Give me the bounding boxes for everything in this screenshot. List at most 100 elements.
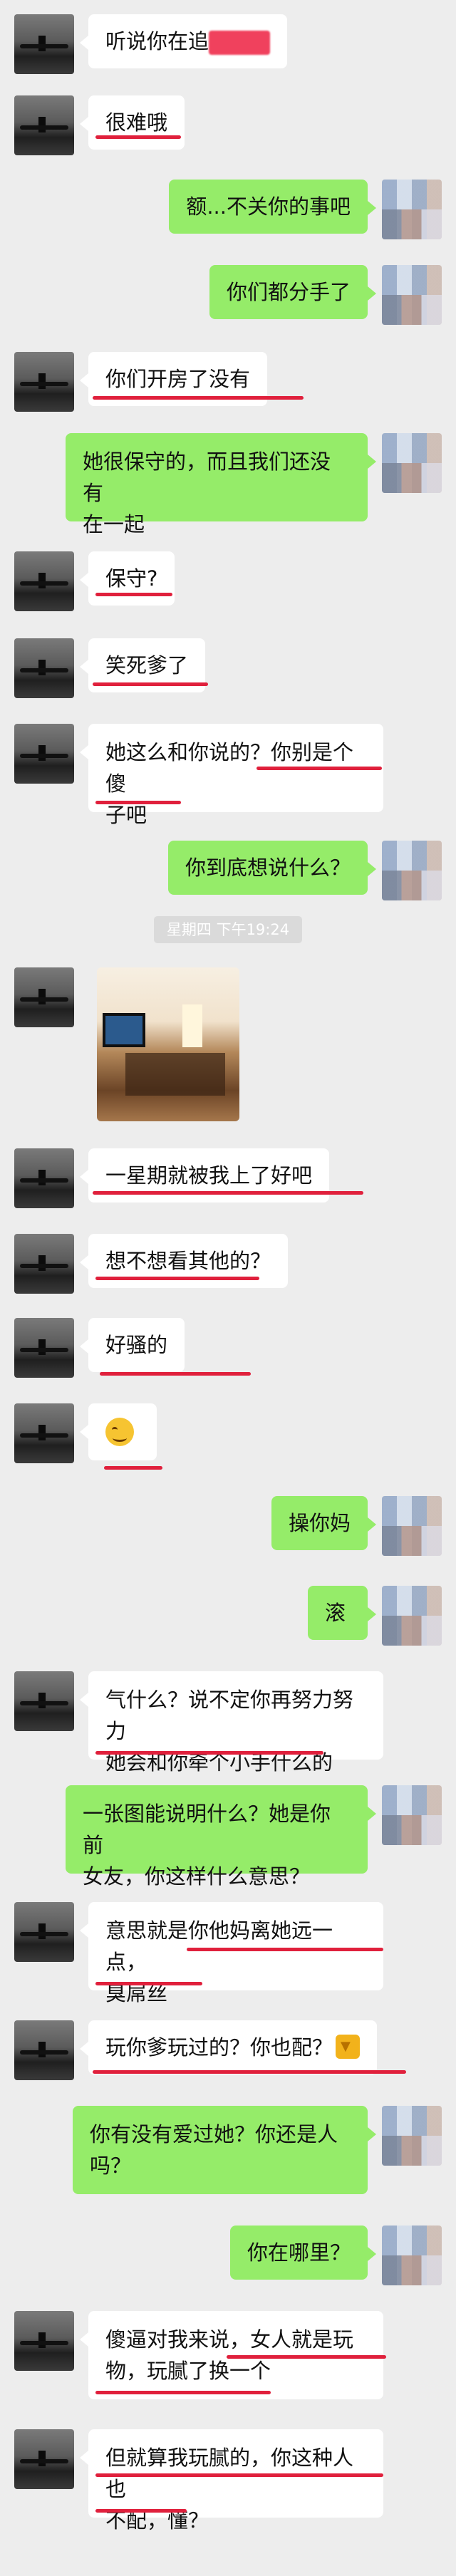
incoming-message-bubble[interactable]: 听说你在追: [79, 14, 288, 68]
outgoing-message-bubble[interactable]: 你们都分手了: [209, 265, 377, 319]
my-avatar[interactable]: [382, 2226, 442, 2285]
incoming-message-bubble[interactable]: 玩你爹玩过的？你也配？: [79, 2020, 378, 2074]
message-row: 但就算我玩腻的，你这种人也 不配，懂？: [0, 2429, 456, 2533]
thumbs-down-icon: [336, 2035, 361, 2059]
message-text: 额...不关你的事吧: [186, 194, 351, 219]
incoming-message-bubble[interactable]: 气什么？说不定你再努力努力 她会和你牵个小手什么的: [80, 1671, 383, 1775]
red-underline: [95, 2509, 187, 2513]
my-avatar[interactable]: [382, 2106, 442, 2166]
red-underline: [93, 396, 304, 400]
red-underline: [256, 767, 382, 770]
contact-avatar[interactable]: [14, 1234, 74, 1294]
outgoing-message-bubble[interactable]: 滚: [308, 1586, 376, 1640]
message-text: 她这么和你说的？你别是个傻 子吧: [105, 740, 354, 827]
message-text: 一张图能说明什么？她是你前 女友，你这样什么意思？: [83, 1802, 331, 1889]
message-row: 她很保守的，而且我们还没有 在一起: [0, 433, 456, 536]
message-text: 滚: [325, 1601, 346, 1625]
timestamp: 星期四 下午19:24: [154, 916, 302, 943]
contact-avatar[interactable]: [14, 1671, 74, 1731]
message-text: 你们都分手了: [226, 280, 351, 304]
smirk-emoji-icon: [105, 1418, 134, 1446]
outgoing-message-bubble[interactable]: 操你妈: [271, 1496, 377, 1550]
contact-avatar[interactable]: [14, 967, 74, 1027]
contact-avatar[interactable]: [14, 638, 74, 698]
message-text: 一星期就被我上了好吧: [105, 1163, 313, 1188]
message-text: 保守?: [105, 566, 158, 591]
message-text: 她很保守的，而且我们还没有 在一起: [83, 450, 331, 536]
my-avatar[interactable]: [382, 1586, 442, 1646]
red-underline: [187, 1948, 383, 1951]
message-text: 想不想看其他的？: [105, 1249, 271, 1273]
red-underline: [95, 135, 181, 139]
contact-avatar[interactable]: [14, 2311, 74, 2371]
incoming-message-bubble[interactable]: [80, 1403, 157, 1460]
red-underline: [95, 593, 172, 596]
contact-avatar[interactable]: [14, 14, 74, 74]
my-avatar[interactable]: [382, 841, 442, 900]
outgoing-message-bubble[interactable]: 你到底想说什么？: [167, 841, 377, 895]
red-underline: [93, 2070, 406, 2074]
incoming-message-bubble[interactable]: 保守?: [79, 551, 175, 606]
image-message[interactable]: [97, 967, 239, 1121]
redacted-name: [209, 31, 271, 55]
incoming-message-bubble[interactable]: 好骚的: [79, 1318, 185, 1372]
my-avatar[interactable]: [382, 265, 442, 325]
message-row: 一星期就被我上了好吧: [0, 1148, 456, 1208]
message-row: 笑死爹了: [0, 638, 456, 698]
contact-avatar[interactable]: [14, 551, 74, 611]
outgoing-message-bubble[interactable]: 她很保守的，而且我们还没有 在一起: [66, 433, 376, 536]
message-row: 额...不关你的事吧: [0, 180, 456, 239]
outgoing-message-bubble[interactable]: 你有没有爱过她？你还是人 吗？: [73, 2106, 376, 2194]
red-underline: [93, 682, 208, 686]
photo-furniture: [125, 1053, 225, 1096]
message-row: 你在哪里？: [0, 2226, 456, 2285]
incoming-message-bubble[interactable]: 意思就是你他妈离她远一点， 臭屌丝: [80, 1902, 383, 2005]
red-underline: [93, 1191, 363, 1195]
contact-avatar[interactable]: [14, 1148, 74, 1208]
message-text: 你们开房了没有: [105, 367, 251, 391]
photo-lamp: [182, 1004, 202, 1047]
photo-tv: [103, 1013, 145, 1047]
my-avatar[interactable]: [382, 1496, 442, 1556]
outgoing-message-bubble[interactable]: 一张图能说明什么？她是你前 女友，你这样什么意思？: [66, 1785, 376, 1889]
message-text: 气什么？说不定你再努力努力 她会和你牵个小手什么的: [105, 1688, 354, 1775]
message-text: 意思就是你他妈离她远一点， 臭屌丝: [105, 1918, 333, 2005]
contact-avatar[interactable]: [14, 2429, 74, 2489]
message-row: 一张图能说明什么？她是你前 女友，你这样什么意思？: [0, 1785, 456, 1889]
contact-avatar[interactable]: [14, 95, 74, 155]
incoming-message-bubble[interactable]: 很难哦: [79, 95, 185, 150]
red-underline: [95, 1982, 202, 1985]
message-text: 笑死爹了: [105, 653, 189, 677]
my-avatar[interactable]: [382, 180, 442, 239]
message-row: 你到底想说什么？: [0, 841, 456, 900]
red-underline: [95, 801, 181, 804]
red-underline: [95, 2391, 271, 2394]
contact-avatar[interactable]: [14, 1902, 74, 1962]
my-avatar[interactable]: [382, 1785, 442, 1845]
message-row: 玩你爹玩过的？你也配？: [0, 2020, 456, 2080]
message-row: 好骚的: [0, 1318, 456, 1378]
message-row: 你有没有爱过她？你还是人 吗？: [0, 2106, 456, 2198]
message-row: 想不想看其他的？: [0, 1234, 456, 1294]
message-text: 很难哦: [105, 110, 168, 135]
message-row: [0, 1403, 456, 1470]
red-underline: [100, 1372, 251, 1376]
contact-avatar[interactable]: [14, 1318, 74, 1378]
outgoing-message-bubble[interactable]: 额...不关你的事吧: [169, 180, 376, 234]
message-row: 傻逼对我来说，女人就是玩 物，玩腻了换一个: [0, 2311, 456, 2404]
outgoing-message-bubble[interactable]: 你在哪里？: [229, 2226, 377, 2280]
message-row: 意思就是你他妈离她远一点， 臭屌丝: [0, 1902, 456, 2005]
message-row: 你们开房了没有: [0, 352, 456, 412]
my-avatar[interactable]: [382, 433, 442, 493]
message-text: 玩你爹玩过的？你也配？: [105, 2035, 333, 2060]
red-underline: [95, 1277, 259, 1280]
contact-avatar[interactable]: [14, 724, 74, 784]
contact-avatar[interactable]: [14, 352, 74, 412]
message-row: 你们都分手了: [0, 265, 456, 325]
message-row: 滚: [0, 1586, 456, 1646]
message-text: 你到底想说什么？: [185, 856, 351, 880]
message-text: 操你妈: [288, 1511, 351, 1535]
contact-avatar[interactable]: [14, 2020, 74, 2080]
contact-avatar[interactable]: [14, 1403, 74, 1463]
red-underline: [104, 1466, 162, 1470]
